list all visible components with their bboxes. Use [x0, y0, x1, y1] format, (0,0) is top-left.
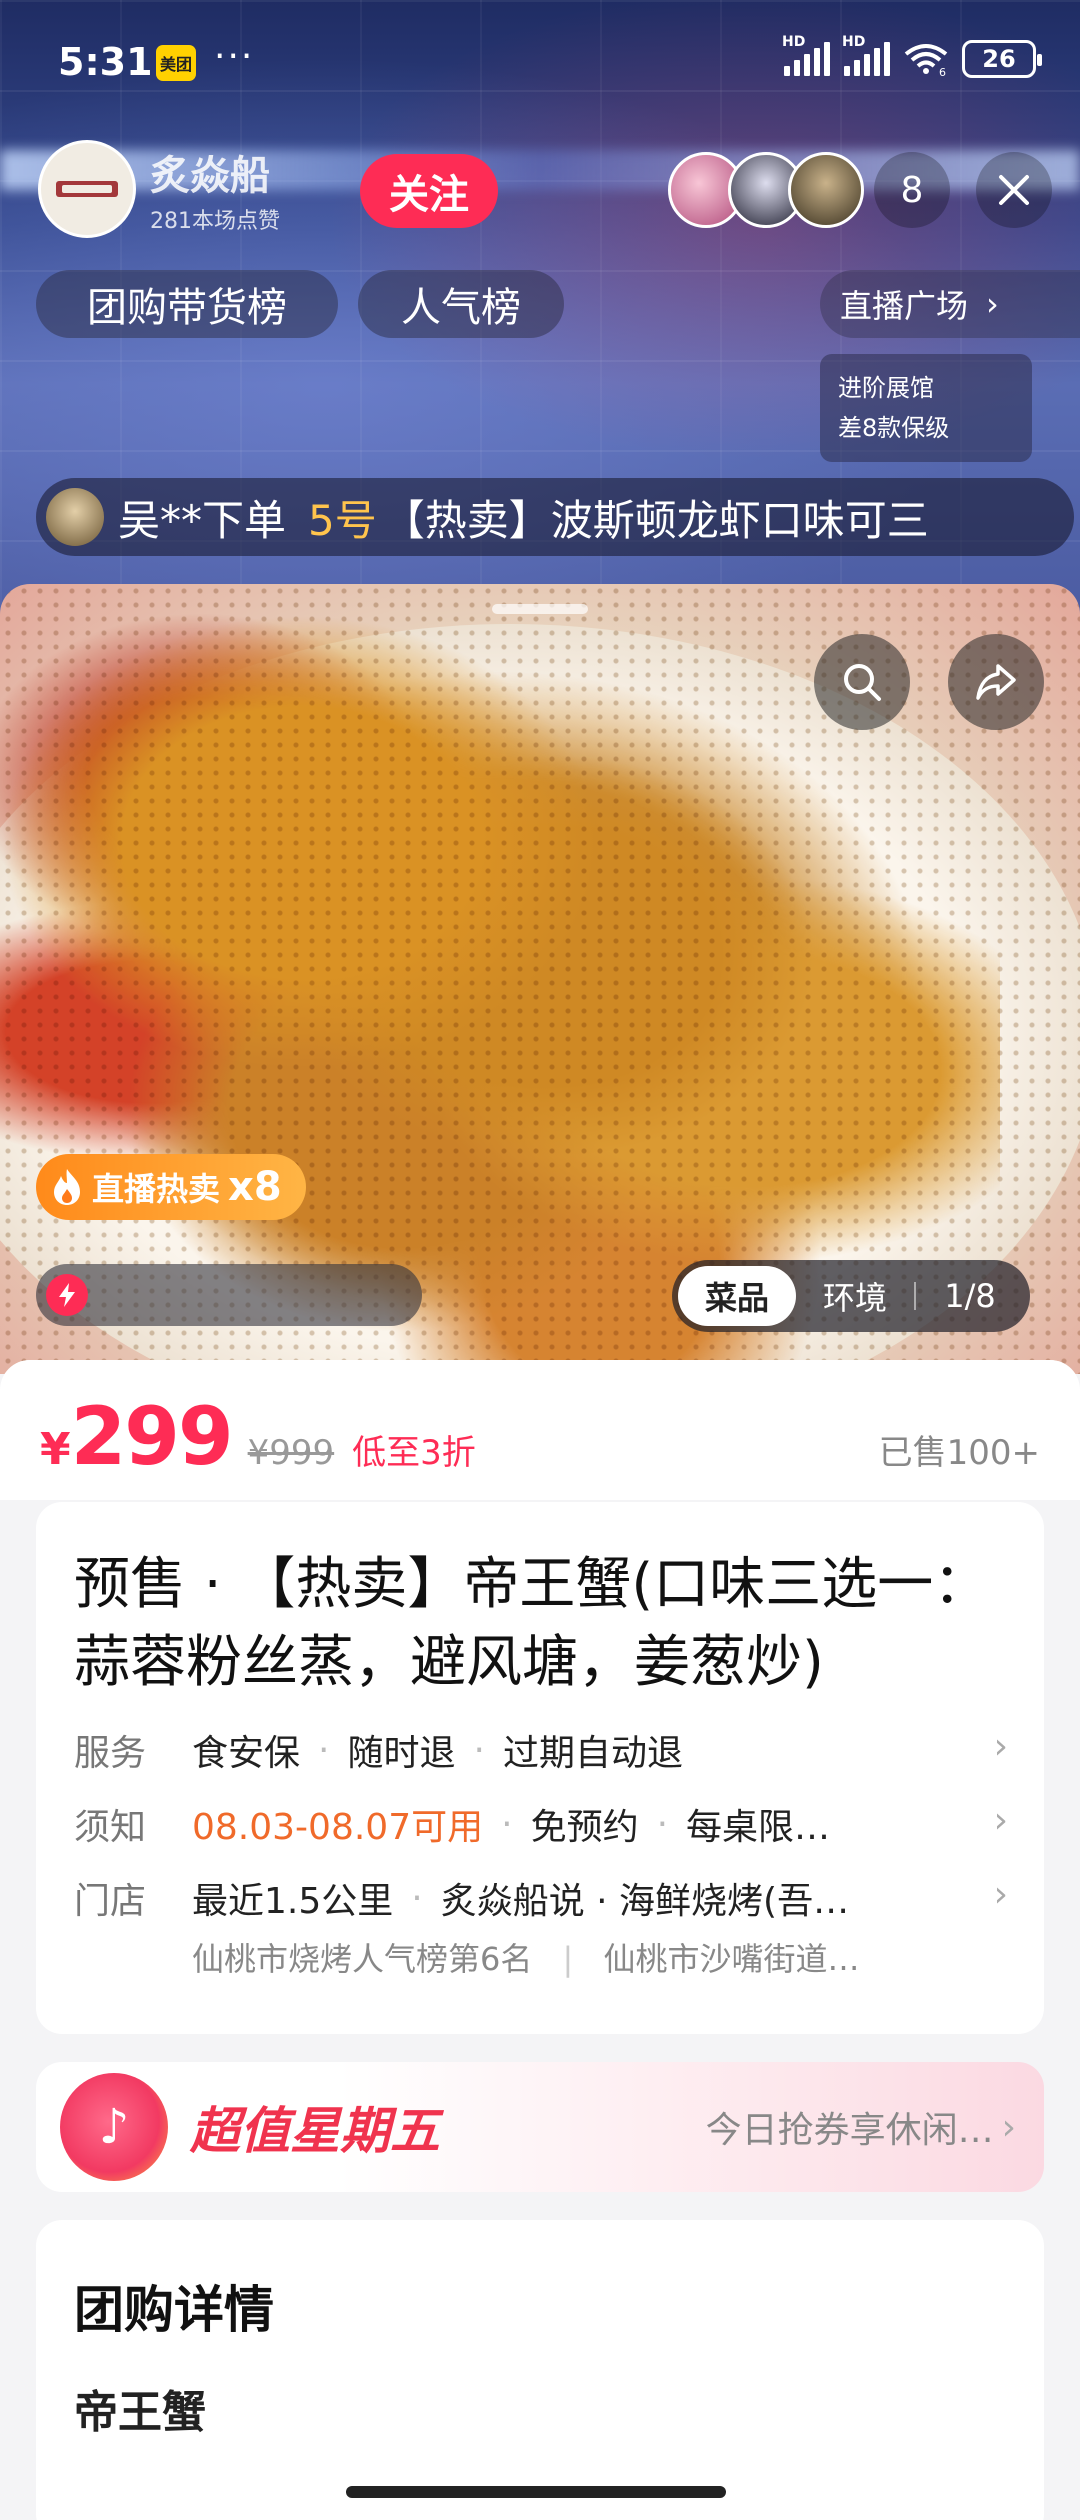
wifi-icon: 6	[904, 44, 948, 76]
promo-title: 超值星期五	[190, 2102, 440, 2160]
live-plaza-link[interactable]: 直播广场 ›	[820, 270, 1080, 338]
more-notifications-icon: ···	[214, 36, 255, 77]
store-distance: 最近1.5公里	[192, 1881, 394, 1922]
product-photo-carousel[interactable]: 直播热卖 x8 菜品 环境 1/8	[0, 584, 1080, 1374]
status-time: 5:31	[58, 40, 153, 84]
photo-index: 1/8	[944, 1277, 996, 1315]
close-button[interactable]	[976, 152, 1052, 228]
media-tab-switch[interactable]: 菜品 环境 1/8	[672, 1260, 1030, 1332]
pavilion-line-2: 差8款保级	[838, 414, 950, 442]
lightning-icon	[46, 1274, 88, 1316]
streamer-logo-icon	[56, 181, 118, 197]
promo-banner[interactable]: ♪ 超值星期五 今日抢券享休闲… ›	[36, 2062, 1044, 2192]
follow-button[interactable]: 关注	[360, 154, 498, 228]
viewer-count[interactable]: 8	[874, 152, 950, 228]
service-item: 随时退	[347, 1733, 456, 1774]
chevron-right-icon: ›	[993, 1800, 1008, 1841]
hot-sale-multiplier: x8	[228, 1164, 282, 1210]
notice-item: 免预约	[530, 1807, 639, 1848]
share-button[interactable]	[948, 634, 1044, 730]
app-notification-badge: 美团	[156, 45, 196, 81]
battery-icon: 26	[962, 40, 1042, 78]
details-item: 帝王蟹	[74, 2387, 206, 2438]
live-plaza-label: 直播广场	[840, 287, 969, 325]
status-bar: 5:31 美团 ··· HD HD 6 26	[0, 0, 1080, 120]
share-icon	[976, 664, 1016, 700]
chevron-right-icon: ›	[1001, 2106, 1016, 2148]
service-row[interactable]: 服务 食安保 · 随时退 · 过期自动退 ›	[74, 1724, 1008, 1776]
chevron-right-icon: ›	[993, 1726, 1008, 1767]
rank-tab-group-buy[interactable]: 团购带货榜	[36, 270, 338, 338]
chevron-right-icon: ›	[986, 285, 999, 323]
store-rank: 仙桃市烧烤人气榜第6名	[192, 1940, 533, 1978]
viewer-avatars[interactable]	[668, 152, 864, 228]
promo-text: 今日抢券享休闲…	[705, 2110, 994, 2151]
streamer-likes: 281本场点赞	[150, 209, 280, 234]
service-item: 食安保	[192, 1733, 301, 1774]
sold-count: 已售100+	[878, 1433, 1040, 1473]
ticker-buyer: 吴**下单	[118, 495, 287, 545]
ticker-item: 【热卖】波斯顿龙虾口味可三	[382, 495, 929, 545]
search-icon	[844, 664, 881, 701]
streamer-info[interactable]: 炙焱船 281本场点赞	[38, 140, 280, 238]
pavilion-card[interactable]: 进阶展馆 差8款保级	[820, 354, 1032, 462]
order-ticker: 吴**下单 5号 【热卖】波斯顿龙虾口味可三	[36, 478, 1074, 556]
service-item: 过期自动退	[502, 1733, 683, 1774]
drag-handle[interactable]	[492, 604, 588, 614]
service-label: 服务	[74, 1733, 147, 1774]
hot-sale-label: 直播热卖	[92, 1170, 221, 1208]
signal-icon: HD	[782, 34, 830, 76]
wifi-badge: 6	[939, 66, 946, 76]
store-row[interactable]: 门店 最近1.5公里 · 炙焱船说 · 海鲜烧烤(吾… ›	[74, 1872, 1008, 1924]
details-title: 团购详情	[74, 2281, 274, 2339]
store-label: 门店	[74, 1881, 147, 1922]
viewer-avatar[interactable]	[788, 152, 864, 228]
ticker-item-number: 5号	[308, 495, 377, 545]
original-price: ¥999	[247, 1433, 335, 1473]
notice-label: 须知	[74, 1807, 147, 1848]
price-currency: ¥	[40, 1424, 71, 1475]
product-info-card: 预售 · 【热卖】帝王蟹(口味三选一：蒜蓉粉丝蒸，避风塘，姜葱炒) 服务 食安保…	[36, 1502, 1044, 2034]
search-button[interactable]	[814, 634, 910, 730]
home-indicator[interactable]	[346, 2486, 726, 2498]
hd-label: HD	[782, 34, 806, 50]
tab-dishes[interactable]: 菜品	[678, 1266, 796, 1326]
price-row: ¥ 299 ¥999 低至3折 已售100+	[0, 1360, 1080, 1500]
pavilion-line-1: 进阶展馆	[838, 374, 934, 402]
group-buy-details-card: 团购详情 帝王蟹	[36, 2220, 1044, 2520]
signal-icon-2: HD	[842, 34, 890, 76]
music-note-logo-icon: ♪	[60, 2073, 168, 2181]
discount-label: 低至3折	[352, 1433, 476, 1473]
status-icons: HD HD 6 26	[782, 34, 1042, 78]
product-title: 预售 · 【热卖】帝王蟹(口味三选一：蒜蓉粉丝蒸，避风塘，姜葱炒)	[74, 1552, 990, 1695]
close-icon	[999, 175, 1029, 205]
streamer-name: 炙焱船	[150, 152, 270, 199]
tab-environment[interactable]: 环境	[796, 1273, 914, 1319]
product-detail-sheet: ¥ 299 ¥999 低至3折 已售100+ 预售 · 【热卖】帝王蟹(口味三选…	[0, 1360, 1080, 2520]
chevron-right-icon: ›	[993, 1874, 1008, 1915]
rank-tab-popularity[interactable]: 人气榜	[358, 270, 564, 338]
store-name: 炙焱船说 · 海鲜烧烤(吾…	[440, 1881, 850, 1922]
sale-progress-bar	[36, 1264, 422, 1326]
price-value: 299	[70, 1390, 234, 1483]
store-address: 仙桃市沙嘴街道…	[603, 1940, 860, 1978]
valid-dates: 08.03-08.07可用	[192, 1807, 484, 1848]
notice-item: 每桌限…	[686, 1807, 831, 1848]
notice-row[interactable]: 须知 08.03-08.07可用 · 免预约 · 每桌限… ›	[74, 1798, 1008, 1850]
fire-icon	[54, 1169, 80, 1205]
buyer-avatar	[46, 488, 104, 546]
store-subinfo: 仙桃市烧烤人气榜第6名 | 仙桃市沙嘴街道…	[192, 1940, 860, 1978]
streamer-avatar[interactable]	[38, 140, 136, 238]
hd-label-2: HD	[842, 34, 866, 50]
live-hot-sale-badge: 直播热卖 x8	[36, 1154, 306, 1220]
